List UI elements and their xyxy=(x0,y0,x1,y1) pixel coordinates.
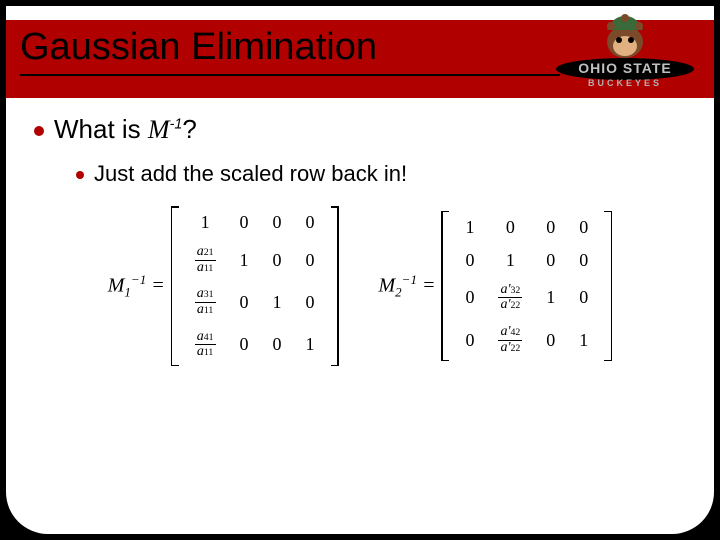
frac-a41-a11: a41a11 xyxy=(195,330,216,360)
m2-base: M xyxy=(379,274,396,296)
logo-sub-text: BUCKEYES xyxy=(550,78,700,88)
eq-sign: = xyxy=(422,274,436,296)
eq-sign: = xyxy=(151,274,165,296)
content-area: What is M-1? Just add the scaled row bac… xyxy=(34,114,686,187)
bullet-main: What is M-1? xyxy=(34,114,686,145)
matrix-m2-grid: 1000 0100 0 a'32a'22 10 0 a'42a'22 01 xyxy=(453,211,600,362)
bracket-left-icon xyxy=(441,211,449,362)
mascot-icon xyxy=(595,12,655,62)
slide-title: Gaussian Elimination xyxy=(20,26,377,69)
bullet-icon xyxy=(76,171,84,179)
bullet-var: M xyxy=(148,115,170,144)
matrix-m1-grid: 1000 a21a11 100 a31a11 010 a41a11 001 xyxy=(183,206,327,366)
frac-a42-a22: a'42a'22 xyxy=(498,325,522,355)
matrix-m1-block: M1−1 = 1000 a21a11 100 a31a11 010 xyxy=(108,206,339,366)
bullet-suffix: ? xyxy=(182,114,196,144)
matrix-m2: 1000 0100 0 a'32a'22 10 0 a'42a'22 01 xyxy=(441,211,612,362)
bullet-prefix: What is xyxy=(54,114,148,144)
bullet-main-text: What is M-1? xyxy=(54,114,197,145)
m2-sup: −1 xyxy=(402,272,417,287)
frac-a31-a11: a31a11 xyxy=(195,287,216,317)
matrices-row: M1−1 = 1000 a21a11 100 a31a11 010 xyxy=(6,206,714,366)
bullet-sup: -1 xyxy=(170,116,183,132)
m1-sup: −1 xyxy=(131,272,146,287)
bullet-icon xyxy=(34,126,44,136)
frac-a32-a22: a'32a'22 xyxy=(498,283,522,313)
bracket-right-icon xyxy=(331,206,339,366)
m2-label: M2−1 = xyxy=(379,272,436,301)
matrix-m1: 1000 a21a11 100 a31a11 010 a41a11 001 xyxy=(171,206,339,366)
matrix-m2-block: M2−1 = 1000 0100 0 a'32a'22 10 xyxy=(379,206,613,366)
logo: OHIO STATE BUCKEYES xyxy=(550,12,700,98)
m1-label: M1−1 = xyxy=(108,272,165,301)
bracket-right-icon xyxy=(604,211,612,362)
bracket-left-icon xyxy=(171,206,179,366)
m1-base: M xyxy=(108,274,125,296)
title-underline xyxy=(20,74,560,76)
logo-main-text: OHIO STATE xyxy=(550,60,700,76)
bullet-sub-text: Just add the scaled row back in! xyxy=(94,161,407,187)
slide: Gaussian Elimination OHIO STATE BUCKEYES… xyxy=(6,6,714,534)
frac-a21-a11: a21a11 xyxy=(195,245,216,275)
bullet-sub: Just add the scaled row back in! xyxy=(76,161,686,187)
